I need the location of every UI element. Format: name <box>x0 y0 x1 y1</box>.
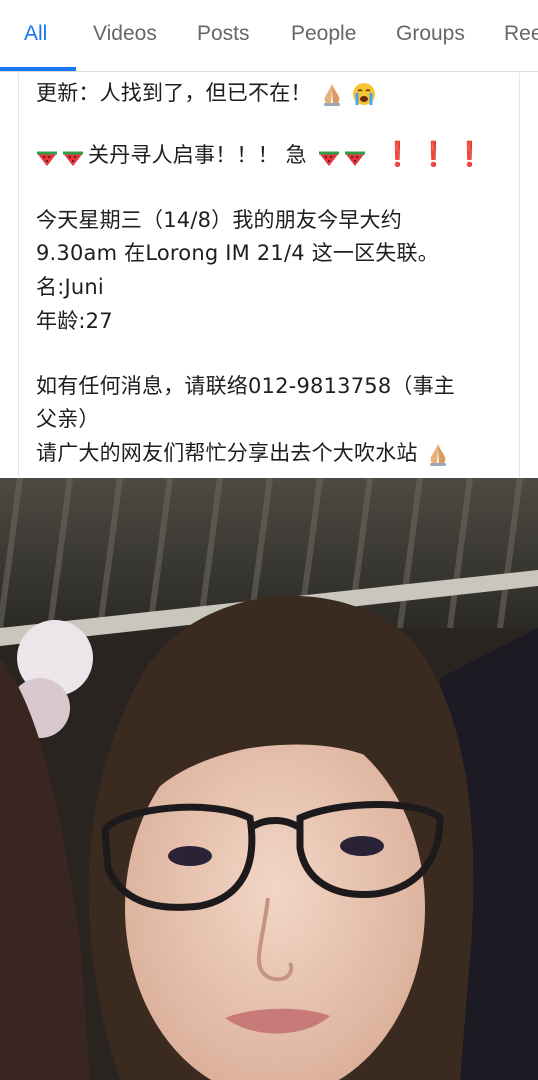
folded-hands-icon <box>429 444 446 466</box>
active-tab-indicator <box>0 67 76 71</box>
red-exclamation-icon: ❗ <box>454 140 485 168</box>
post-content: 更新：人找到了，但已不在！ 关丹寻人启事！！！ 急 ❗ ❗ ❗ 今天星期三（14… <box>0 73 538 478</box>
portrait-photo <box>0 478 538 1080</box>
red-exclamation-icon: ❗ <box>418 140 449 168</box>
tab-reels[interactable]: Ree <box>504 22 538 46</box>
watermelon-icon <box>37 151 57 166</box>
tab-people[interactable]: People <box>291 22 356 46</box>
search-filter-tabs: All Videos Posts People Groups Ree <box>0 0 538 72</box>
headline-text: 关丹寻人启事！！！ 急 <box>88 143 307 167</box>
watermelon-icon <box>318 151 339 166</box>
name-line: 名:Juni <box>36 275 104 299</box>
tab-posts[interactable]: Posts <box>197 22 250 46</box>
watermelon-icon <box>344 151 365 166</box>
body-line-1: 今天星期三（14/8）我的朋友今早大约 <box>36 208 402 232</box>
tab-groups[interactable]: Groups <box>396 22 465 46</box>
tab-videos[interactable]: Videos <box>93 22 157 46</box>
red-exclamation-icon: ❗ <box>382 140 413 168</box>
contact-line-2: 父亲） <box>36 407 100 431</box>
crying-face-icon <box>353 83 376 105</box>
share-text: 请广大的网友们帮忙分享出去个大吹水站 <box>36 441 418 465</box>
folded-hands-icon <box>323 84 340 106</box>
body-line-2: 9.30am 在Lorong IM 21/4 这一区失联。 <box>36 241 439 265</box>
age-line: 年龄:27 <box>36 309 113 333</box>
watermelon-icon <box>63 151 83 166</box>
tab-all[interactable]: All <box>24 22 47 46</box>
update-line: 更新：人找到了，但已不在！ <box>36 77 377 107</box>
share-line: 请广大的网友们帮忙分享出去个大吹水站 <box>36 437 451 467</box>
contact-line-1: 如有任何消息，请联络012-9813758（事主 <box>36 374 455 398</box>
headline-line: 关丹寻人启事！！！ 急 ❗ ❗ ❗ <box>36 139 485 169</box>
update-text: 更新：人找到了，但已不在！ <box>36 81 312 105</box>
post-photo[interactable] <box>0 478 538 1080</box>
